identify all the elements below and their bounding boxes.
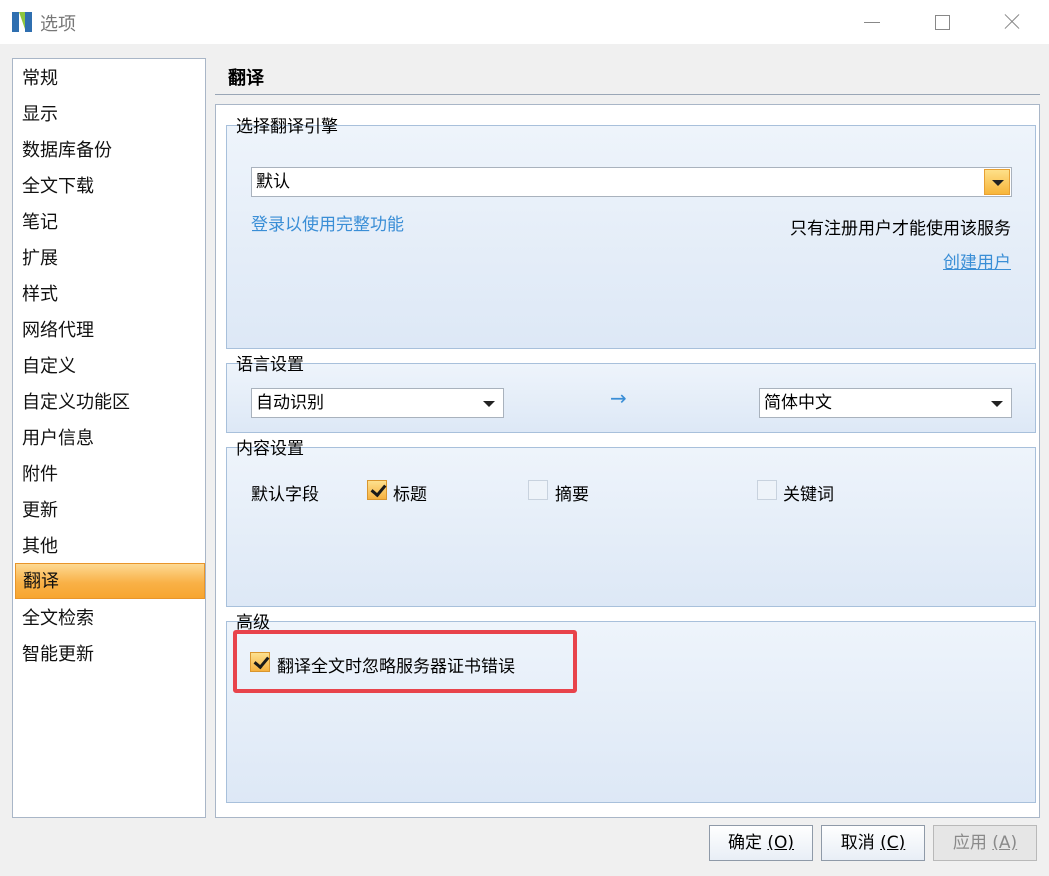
engine-group: 选择翻译引擎 默认 登录以使用完整功能 只有注册用户才能使用该服务 创建用户 (226, 117, 1036, 349)
title-checkbox-label[interactable]: 标题 (393, 480, 427, 505)
nav-item-notes[interactable]: 笔记 (15, 205, 205, 241)
title-bar: 选项 (0, 0, 1049, 44)
chevron-down-icon[interactable] (984, 169, 1010, 195)
abstract-checkbox[interactable] (528, 480, 548, 500)
cancel-button-key: (C) (880, 833, 906, 853)
nav-item-custom-ribbon[interactable]: 自定义功能区 (15, 385, 205, 421)
settings-content: 翻译 选择翻译引擎 默认 登录以使用完整功能 只有注册用户才能使用该服务 创建用… (215, 58, 1040, 818)
title-divider (215, 94, 1040, 95)
source-language-select[interactable]: 自动识别 (251, 388, 504, 418)
page-title: 翻译 (228, 68, 264, 89)
options-nav-list: 常规 显示 数据库备份 全文下载 笔记 扩展 样式 网络代理 自定义 自定义功能… (12, 58, 206, 818)
keywords-checkbox-label[interactable]: 关键词 (783, 480, 834, 505)
target-language-select[interactable]: 简体中文 (759, 388, 1012, 418)
engine-select-value: 默认 (256, 172, 290, 192)
nav-item-general[interactable]: 常规 (15, 61, 205, 97)
nav-item-fulltext-download[interactable]: 全文下载 (15, 169, 205, 205)
ok-button-label: 确定 (727, 833, 762, 853)
engine-group-label: 选择翻译引擎 (232, 112, 342, 137)
nav-item-network-proxy[interactable]: 网络代理 (15, 313, 205, 349)
target-language-value: 简体中文 (764, 393, 832, 413)
window-title: 选项 (40, 14, 76, 35)
ok-button-key: (O) (767, 833, 795, 853)
content-settings-group: 内容设置 默认字段 标题 摘要 关键词 (226, 439, 1036, 607)
highlight-annotation (233, 630, 577, 693)
abstract-checkbox-label[interactable]: 摘要 (555, 480, 589, 505)
language-group-label: 语言设置 (232, 350, 308, 375)
nav-item-smart-update[interactable]: 智能更新 (15, 637, 205, 673)
default-fields-label: 默认字段 (251, 485, 319, 505)
title-checkbox[interactable] (367, 480, 387, 500)
maximize-icon (934, 14, 950, 30)
create-user-link[interactable]: 创建用户 (943, 248, 1011, 273)
close-button[interactable] (990, 6, 1034, 38)
arrow-right-icon: → (610, 386, 627, 410)
minimize-button[interactable] (850, 6, 894, 38)
app-logo-icon (12, 12, 32, 32)
nav-item-attachments[interactable]: 附件 (15, 457, 205, 493)
nav-item-display[interactable]: 显示 (15, 97, 205, 133)
registered-only-notice: 只有注册用户才能使用该服务 (790, 219, 1011, 239)
maximize-button[interactable] (920, 6, 964, 38)
nav-item-custom[interactable]: 自定义 (15, 349, 205, 385)
chevron-down-icon (483, 401, 495, 407)
cancel-button[interactable]: 取消 (C) (821, 825, 925, 861)
login-link[interactable]: 登录以使用完整功能 (251, 210, 404, 235)
source-language-value: 自动识别 (256, 393, 324, 413)
nav-item-extensions[interactable]: 扩展 (15, 241, 205, 277)
nav-item-user-info[interactable]: 用户信息 (15, 421, 205, 457)
chevron-down-icon (991, 401, 1003, 407)
keywords-checkbox[interactable] (757, 480, 777, 500)
engine-select[interactable]: 默认 (251, 167, 1012, 197)
cancel-button-label: 取消 (840, 833, 875, 853)
settings-panel: 选择翻译引擎 默认 登录以使用完整功能 只有注册用户才能使用该服务 创建用户 语… (215, 104, 1040, 818)
nav-item-styles[interactable]: 样式 (15, 277, 205, 313)
apply-button[interactable]: 应用 (A) (933, 825, 1037, 861)
nav-item-translate[interactable]: 翻译 (15, 563, 205, 599)
nav-item-updates[interactable]: 更新 (15, 493, 205, 529)
nav-item-fulltext-search[interactable]: 全文检索 (15, 601, 205, 637)
language-group: 语言设置 自动识别 → 简体中文 (226, 355, 1036, 433)
minimize-icon (864, 21, 880, 23)
nav-item-other[interactable]: 其他 (15, 529, 205, 565)
nav-item-database-backup[interactable]: 数据库备份 (15, 133, 205, 169)
ok-button[interactable]: 确定 (O) (709, 825, 813, 861)
content-settings-group-label: 内容设置 (232, 434, 308, 459)
close-icon (1004, 14, 1020, 30)
apply-button-label: 应用 (952, 833, 987, 853)
apply-button-key: (A) (992, 833, 1018, 853)
